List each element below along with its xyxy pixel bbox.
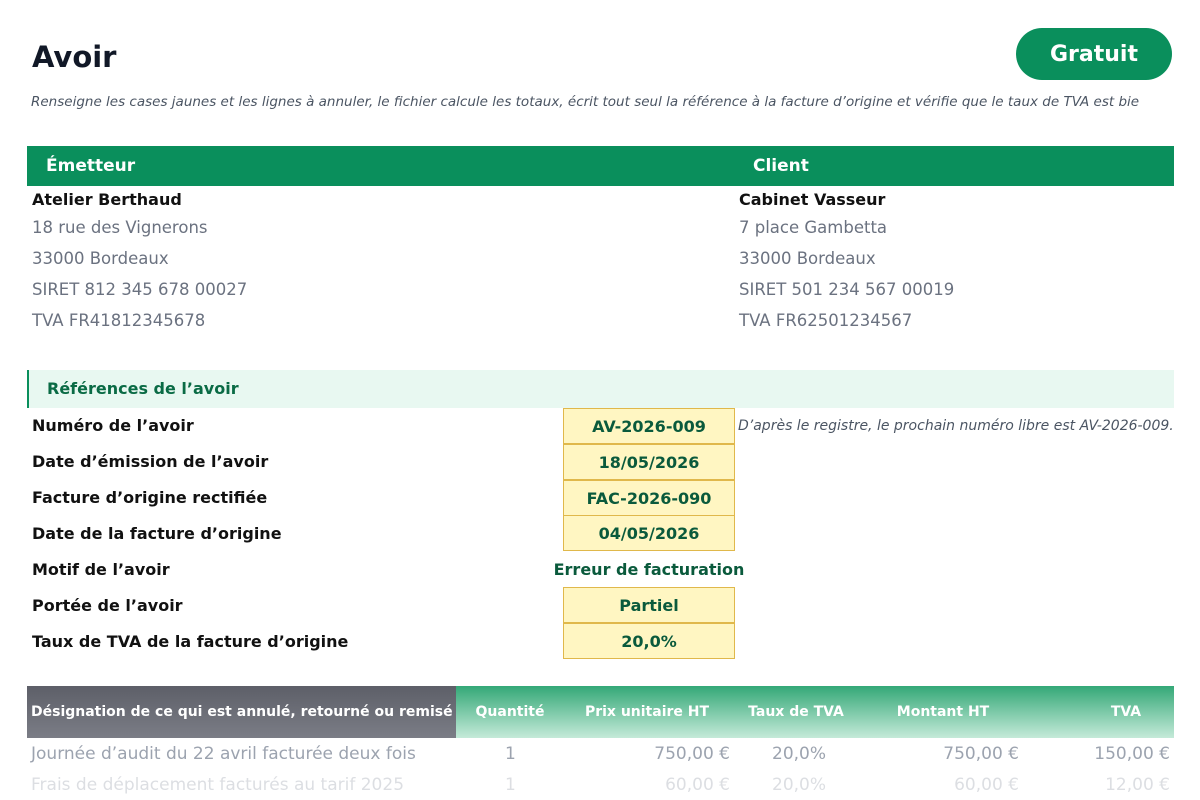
original-date-label: Date de la facture d’origine bbox=[32, 524, 282, 543]
next-number-note: D’après le registre, le prochain numéro … bbox=[738, 418, 1174, 434]
row-unit-price[interactable]: 750,00 € bbox=[654, 744, 730, 764]
references-heading: Références de l’avoir bbox=[47, 379, 239, 398]
emitter-address: 18 rue des Vignerons bbox=[32, 218, 208, 237]
client-tva: TVA FR62501234567 bbox=[739, 311, 913, 330]
col-quantity-header: Quantité bbox=[475, 704, 545, 720]
row-quantity[interactable]: 1 bbox=[505, 744, 516, 764]
col-amount-ht-header: Montant HT bbox=[896, 704, 990, 720]
client-heading: Client bbox=[753, 156, 809, 176]
row-amount-ht: 750,00 € bbox=[943, 744, 1019, 764]
lines-table-header: Désignation de ce qui est annulé, retour… bbox=[27, 686, 1174, 738]
client-block: Cabinet Vasseur 7 place Gambetta 33000 B… bbox=[739, 190, 954, 336]
scope-field[interactable]: Partiel bbox=[563, 587, 735, 623]
row-unit-price[interactable]: 60,00 € bbox=[665, 775, 730, 795]
client-address: 7 place Gambetta bbox=[739, 218, 888, 237]
reason-label: Motif de l’avoir bbox=[32, 560, 170, 579]
client-city: 33000 Bordeaux bbox=[739, 249, 876, 268]
credit-number-label: Numéro de l’avoir bbox=[32, 416, 194, 435]
col-unit-price-header: Prix unitaire HT bbox=[584, 704, 710, 720]
client-siret: SIRET 501 234 567 00019 bbox=[739, 280, 955, 299]
credit-number-field[interactable]: AV-2026-009 bbox=[563, 408, 735, 444]
emitter-block: Atelier Berthaud 18 rue des Vignerons 33… bbox=[32, 190, 247, 336]
emitter-heading: Émetteur bbox=[46, 156, 136, 176]
numeric-columns-header: Quantité Prix unitaire HT Taux de TVA Mo… bbox=[456, 686, 1174, 738]
scope-label: Portée de l’avoir bbox=[32, 596, 183, 615]
references-section-bar: Références de l’avoir bbox=[27, 370, 1174, 408]
original-invoice-label: Facture d’origine rectifiée bbox=[32, 488, 268, 507]
row-vat: 150,00 € bbox=[1094, 744, 1170, 764]
col-designation-header: Désignation de ce qui est annulé, retour… bbox=[27, 686, 456, 738]
emitter-siret: SIRET 812 345 678 00027 bbox=[32, 280, 248, 299]
free-badge-button[interactable]: Gratuit bbox=[1016, 28, 1172, 80]
issue-date-field[interactable]: 18/05/2026 bbox=[563, 444, 735, 480]
table-row[interactable]: Journée d’audit du 22 avril facturée deu… bbox=[27, 739, 1174, 770]
row-designation[interactable]: Journée d’audit du 22 avril facturée deu… bbox=[31, 744, 416, 764]
parties-header-bar: Émetteur Client bbox=[27, 146, 1174, 186]
vat-rate-field[interactable]: 20,0% bbox=[563, 623, 735, 659]
page-title: Avoir bbox=[32, 40, 117, 74]
emitter-tva: TVA FR41812345678 bbox=[32, 311, 206, 330]
instructions-text: Renseigne les cases jaunes et les lignes… bbox=[31, 94, 1140, 110]
row-vat-rate: 20,0% bbox=[772, 744, 827, 764]
col-vat-header: TVA bbox=[1110, 704, 1142, 720]
original-invoice-field[interactable]: FAC-2026-090 bbox=[563, 480, 735, 516]
original-date-field[interactable]: 04/05/2026 bbox=[563, 515, 735, 551]
emitter-city: 33000 Bordeaux bbox=[32, 249, 169, 268]
col-vat-rate-header: Taux de TVA bbox=[748, 704, 844, 720]
row-designation[interactable]: Frais de déplacement facturés au tarif 2… bbox=[31, 775, 404, 795]
row-vat: 12,00 € bbox=[1105, 775, 1170, 795]
table-row[interactable]: Frais de déplacement facturés au tarif 2… bbox=[27, 770, 1174, 800]
reason-field[interactable]: Erreur de facturation bbox=[554, 551, 745, 587]
row-vat-rate: 20,0% bbox=[772, 775, 827, 795]
row-quantity[interactable]: 1 bbox=[505, 775, 516, 795]
vat-rate-label: Taux de TVA de la facture d’origine bbox=[32, 632, 349, 651]
issue-date-label: Date d’émission de l’avoir bbox=[32, 452, 269, 471]
row-amount-ht: 60,00 € bbox=[954, 775, 1019, 795]
client-name: Cabinet Vasseur bbox=[739, 190, 886, 209]
emitter-name: Atelier Berthaud bbox=[32, 190, 182, 209]
